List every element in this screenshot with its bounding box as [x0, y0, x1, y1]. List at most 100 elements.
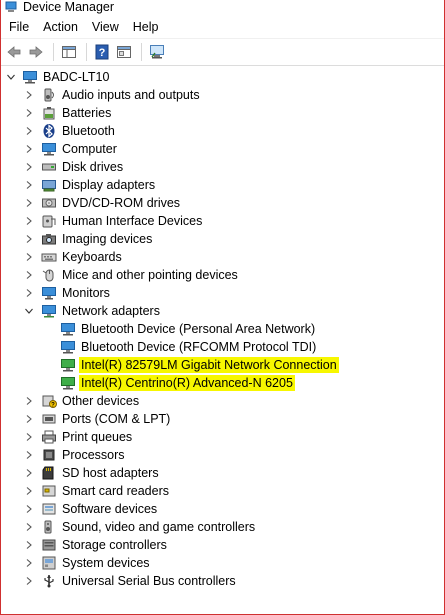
- device-manager-window: Device Manager File Action View Help ? B…: [0, 0, 445, 615]
- tree-category-storage-controllers[interactable]: Storage controllers: [1, 536, 444, 554]
- expand-toggle[interactable]: [24, 450, 34, 460]
- expand-toggle[interactable]: [24, 234, 34, 244]
- menu-help[interactable]: Help: [129, 17, 164, 37]
- tree-category-display-adapters[interactable]: Display adapters: [1, 176, 444, 194]
- tree-category-other-devices[interactable]: ? Other devices: [1, 392, 444, 410]
- tree-category-mice-and-other-pointing-devices[interactable]: Mice and other pointing devices: [1, 266, 444, 284]
- tree-category-label: System devices: [62, 556, 150, 570]
- chevron-right-icon: [26, 505, 32, 513]
- expand-toggle[interactable]: [24, 540, 34, 550]
- display-adapter-icon: [42, 180, 56, 192]
- expand-toggle[interactable]: [24, 432, 34, 442]
- tree-category-sd-host-adapters[interactable]: SD host adapters: [1, 464, 444, 482]
- help-icon: ?: [95, 44, 109, 60]
- chevron-right-icon: [26, 433, 32, 441]
- expand-toggle[interactable]: [24, 504, 34, 514]
- expand-toggle[interactable]: [24, 486, 34, 496]
- expand-toggle[interactable]: [24, 576, 34, 586]
- expand-toggle[interactable]: [24, 90, 34, 100]
- tree-category-imaging-devices[interactable]: Imaging devices: [1, 230, 444, 248]
- tree-category-bluetooth[interactable]: Bluetooth: [1, 122, 444, 140]
- expand-toggle[interactable]: [24, 180, 34, 190]
- properties-button[interactable]: [114, 42, 134, 62]
- scan-hardware-button[interactable]: [147, 42, 167, 62]
- tree-category-label: Other devices: [62, 394, 140, 408]
- usb-icon: [44, 575, 54, 588]
- tree-category-disk-drives[interactable]: Disk drives: [1, 158, 444, 176]
- tree-category-dvd-cd-rom-drives[interactable]: DVD/CD-ROM drives: [1, 194, 444, 212]
- tree-category-software-devices[interactable]: Software devices: [1, 500, 444, 518]
- tree-category-audio-inputs-and-outputs[interactable]: Audio inputs and outputs: [1, 86, 444, 104]
- tree-device-label: Intel(R) 82579LM Gigabit Network Connect…: [79, 357, 339, 373]
- tree-category-label: Smart card readers: [62, 484, 169, 498]
- expand-toggle[interactable]: [24, 288, 34, 298]
- tree-category-ports-com-lpt[interactable]: Ports (COM & LPT): [1, 410, 444, 428]
- processor-icon: [43, 449, 55, 461]
- tree-device-label: Bluetooth Device (Personal Area Network): [81, 322, 316, 336]
- chevron-right-icon: [26, 217, 32, 225]
- camera-icon: [42, 234, 56, 245]
- battery-icon: [43, 107, 55, 120]
- expand-toggle[interactable]: [24, 144, 34, 154]
- chevron-right-icon: [26, 109, 32, 117]
- tree-category-monitors[interactable]: Monitors: [1, 284, 444, 302]
- tree-category-universal-serial-bus-controllers[interactable]: Universal Serial Bus controllers: [1, 572, 444, 590]
- expand-toggle[interactable]: [24, 558, 34, 568]
- tree-device-item[interactable]: Intel(R) 82579LM Gigabit Network Connect…: [1, 356, 444, 374]
- software-device-icon: [42, 503, 56, 515]
- storage-icon: [42, 539, 56, 551]
- tree-category-network-adapters[interactable]: Network adapters: [1, 302, 444, 320]
- tree-device-label: Intel(R) Centrino(R) Advanced-N 6205: [79, 375, 295, 391]
- svg-text:?: ?: [51, 403, 55, 409]
- menu-action[interactable]: Action: [39, 17, 83, 37]
- toolbar-separator: [86, 43, 87, 61]
- help-button[interactable]: ?: [92, 42, 112, 62]
- menu-view[interactable]: View: [88, 17, 124, 37]
- expand-toggle[interactable]: [24, 162, 34, 172]
- system-device-icon: [42, 556, 56, 570]
- expand-toggle[interactable]: [24, 198, 34, 208]
- expand-toggle[interactable]: [24, 216, 34, 226]
- forward-icon: [29, 46, 43, 58]
- tree-device-item[interactable]: Intel(R) Centrino(R) Advanced-N 6205: [1, 374, 444, 392]
- properties-icon: [117, 46, 131, 58]
- nic-blue-icon: [61, 323, 75, 336]
- expand-toggle[interactable]: [24, 306, 34, 316]
- expand-toggle[interactable]: [24, 468, 34, 478]
- expand-toggle[interactable]: [24, 126, 34, 136]
- forward-button[interactable]: [26, 42, 46, 62]
- expand-toggle[interactable]: [24, 396, 34, 406]
- tree-category-smart-card-readers[interactable]: Smart card readers: [1, 482, 444, 500]
- tree-device-item[interactable]: Bluetooth Device (RFCOMM Protocol TDI): [1, 338, 444, 356]
- tree-category-sound-video-and-game-controllers[interactable]: Sound, video and game controllers: [1, 518, 444, 536]
- show-hide-tree-button[interactable]: [59, 42, 79, 62]
- sound-icon: [44, 520, 52, 534]
- tree-category-keyboards[interactable]: Keyboards: [1, 248, 444, 266]
- back-button[interactable]: [4, 42, 24, 62]
- tree-root[interactable]: BADC-LT10: [1, 68, 444, 86]
- dvd-icon: [42, 198, 56, 208]
- expand-toggle[interactable]: [24, 108, 34, 118]
- expand-toggle[interactable]: [24, 414, 34, 424]
- tree-category-processors[interactable]: Processors: [1, 446, 444, 464]
- chevron-right-icon: [26, 577, 32, 585]
- tree-category-label: Universal Serial Bus controllers: [62, 574, 236, 588]
- tree-category-label: Keyboards: [62, 250, 122, 264]
- chevron-right-icon: [26, 145, 32, 153]
- mouse-icon: [42, 269, 54, 282]
- tree-category-system-devices[interactable]: System devices: [1, 554, 444, 572]
- unknown-device-icon: ?: [42, 395, 57, 409]
- tree-device-item[interactable]: Bluetooth Device (Personal Area Network): [1, 320, 444, 338]
- keyboard-icon: [41, 253, 57, 262]
- tree-category-label: Processors: [62, 448, 125, 462]
- tree-category-label: Network adapters: [62, 304, 160, 318]
- expand-toggle[interactable]: [24, 270, 34, 280]
- tree-category-computer[interactable]: Computer: [1, 140, 444, 158]
- expand-toggle[interactable]: [6, 72, 16, 82]
- expand-toggle[interactable]: [24, 522, 34, 532]
- expand-toggle[interactable]: [24, 252, 34, 262]
- tree-category-print-queues[interactable]: Print queues: [1, 428, 444, 446]
- menu-file[interactable]: File: [5, 17, 34, 37]
- tree-category-human-interface-devices[interactable]: Human Interface Devices: [1, 212, 444, 230]
- tree-category-batteries[interactable]: Batteries: [1, 104, 444, 122]
